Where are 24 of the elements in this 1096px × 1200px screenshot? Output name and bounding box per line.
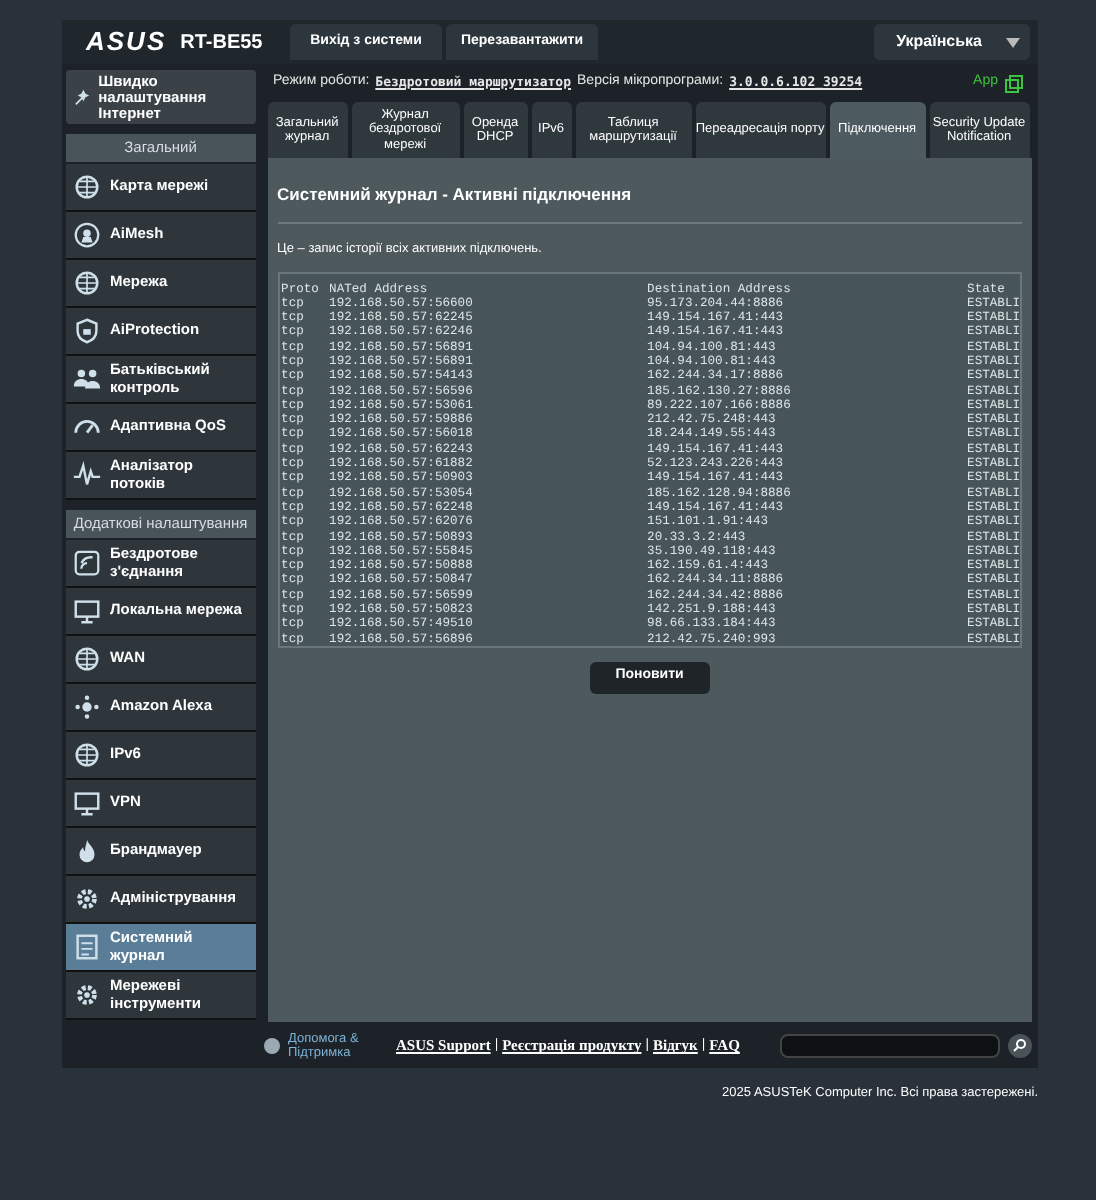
wifi-icon <box>72 548 102 578</box>
globe-icon <box>72 644 102 674</box>
mesh-icon <box>72 220 102 250</box>
globe-icon <box>72 740 102 770</box>
document-icon <box>72 932 102 962</box>
globe-icon <box>72 268 102 298</box>
monitor-icon <box>72 788 102 818</box>
people-icon <box>72 364 102 394</box>
model-name: RT-BE55 <box>180 29 263 57</box>
search-icon[interactable] <box>1008 1034 1032 1058</box>
help-icon[interactable] <box>264 1038 280 1054</box>
caret-icon <box>1006 37 1020 47</box>
gear-icon <box>72 884 102 914</box>
brand-logo: ASUS <box>86 24 167 61</box>
pulse-icon <box>72 460 102 490</box>
globe-icon <box>72 172 102 202</box>
search-field[interactable] <box>780 1034 1000 1058</box>
gear-icon <box>72 980 102 1010</box>
app-icon[interactable] <box>1004 73 1024 93</box>
network-dots-icon <box>72 692 102 722</box>
monitor-icon <box>72 596 102 626</box>
shield-icon <box>72 316 102 346</box>
language-dropdown[interactable]: Українська <box>874 24 1030 60</box>
page-title: Системний журнал - Активні підключення <box>277 182 634 208</box>
